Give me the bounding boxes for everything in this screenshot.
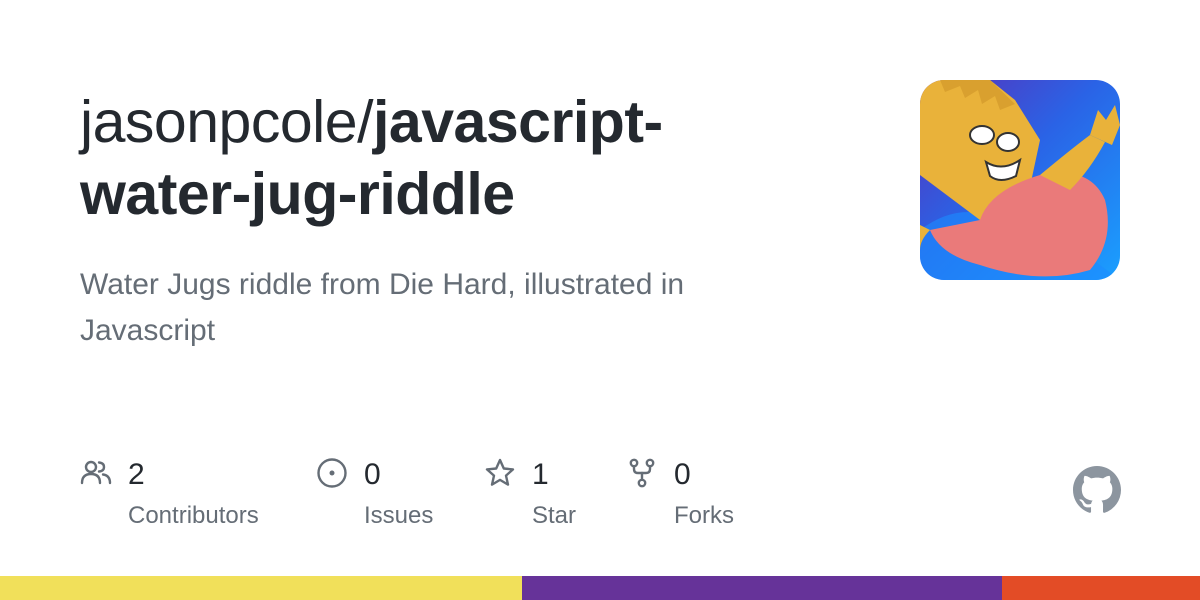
github-logo-icon[interactable] [1073, 466, 1121, 514]
language-bar [0, 576, 1200, 600]
fork-icon [626, 457, 658, 489]
owner-avatar [920, 80, 1120, 280]
star-icon [484, 457, 516, 489]
language-bar-segment [0, 576, 522, 600]
forks-count: 0 [674, 458, 691, 491]
contributors-icon [80, 457, 112, 489]
avatar-image [920, 80, 1120, 280]
issues-icon [316, 457, 348, 489]
stars-count: 1 [532, 458, 549, 491]
language-bar-segment [522, 576, 1002, 600]
issues-count: 0 [364, 458, 381, 491]
forks-label: Forks [674, 502, 734, 529]
issues-label: Issues [364, 502, 434, 529]
contributors-count: 2 [128, 458, 145, 491]
stars-label: Star [532, 502, 577, 529]
repo-owner: jasonpcole/ [80, 89, 374, 155]
contributors-label: Contributors [128, 502, 259, 529]
repo-description: Water Jugs riddle from Die Hard, illustr… [80, 268, 685, 347]
language-bar-segment [1002, 576, 1200, 600]
repo-title: jasonpcole/javascript-water-jug-riddle [80, 86, 800, 230]
